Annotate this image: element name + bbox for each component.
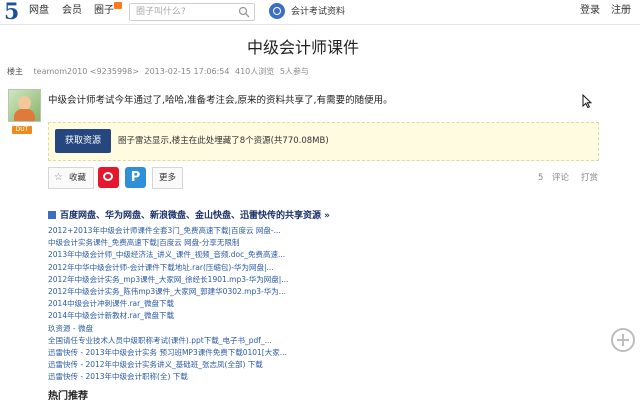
mouse-cursor-icon xyxy=(582,94,592,108)
resource-box: 获取资源 圈子雷达显示,楼主在此处埋藏了8个资源(共770.08MB) xyxy=(48,122,599,161)
resource-info: 圈子雷达显示,楼主在此处埋藏了8个资源(共770.08MB) xyxy=(118,136,329,146)
author-link[interactable]: teamom2010 <9235998> xyxy=(34,67,139,76)
p-share-icon[interactable]: P xyxy=(125,167,146,188)
list-item[interactable]: 2014年中级会计新教材.rar_微盘下载 xyxy=(48,310,288,322)
list-item[interactable]: 玖资源 - 微盘 xyxy=(48,323,288,335)
favorite-label: 收藏 xyxy=(69,173,87,183)
page-title: 中级会计师课件 xyxy=(246,38,359,57)
search-icon[interactable] xyxy=(238,6,250,18)
search-box[interactable]: 圈子叫什么? xyxy=(129,3,255,21)
avatar-body xyxy=(14,109,35,121)
favorite-button[interactable]: ☆ 收藏 xyxy=(48,167,94,189)
get-resource-button[interactable]: 获取资源 xyxy=(55,129,111,153)
avatar[interactable] xyxy=(8,89,41,122)
new-flag-icon xyxy=(114,2,122,9)
avatar-face xyxy=(18,96,31,110)
participant-count: 5人参与 xyxy=(279,67,309,76)
owner-label: 楼主 xyxy=(7,67,23,76)
reward-link[interactable]: 打赏 xyxy=(581,172,598,184)
nav-member[interactable]: 会员 xyxy=(62,5,82,17)
list-item[interactable]: 2012年中级会计实务_陈伟mp3课件_大家网_郭建华0302.mp3-华为..… xyxy=(48,286,288,298)
list-item[interactable]: 迅雷快传 - 2012年中级会计实务讲义_基础班_张志凤(全部) 下载 xyxy=(48,359,288,371)
weibo-share-icon[interactable] xyxy=(98,167,119,188)
list-square-icon xyxy=(48,211,56,219)
list-item[interactable]: 2014中级会计冲刺课件.rar_微盘下载 xyxy=(48,298,288,310)
list-item[interactable]: 2013年中级会计师_中级经济法_讲义_课件_视频_音频.doc_免费高速... xyxy=(48,249,288,261)
circle-name-link[interactable]: 会计考试资料 xyxy=(291,6,345,18)
search-input[interactable]: 圈子叫什么? xyxy=(136,6,186,18)
resource-link-list: 2012+2013年中级会计师课件全套3门_免费高速下载|百度云 网盘-... … xyxy=(48,225,288,384)
site-logo[interactable]: 5 xyxy=(4,1,19,23)
nav-netdisk[interactable]: 网盘 xyxy=(29,5,49,17)
top-bar: 5 网盘 会员 圈子 圈子叫什么? 会计考试资料 登录 注册 xyxy=(0,0,640,25)
comment-count: 5 xyxy=(538,173,544,183)
shared-resources-heading[interactable]: 百度网盘、华为网盘、新浪微盘、金山快盘、迅雷快传的共享资源 » xyxy=(48,210,330,222)
login-link[interactable]: 登录 xyxy=(580,5,600,17)
comment-link[interactable]: 评论 xyxy=(552,172,569,184)
list-item[interactable]: 2012年中级会计实务_mp3课件_大家网_徐经长1901.mp3-华为网盘|.… xyxy=(48,274,288,286)
user-badge: DUT xyxy=(12,126,32,134)
list-item[interactable]: 2012年中华中级会计师-会计课件下载地址.rar(压缩包)-华为网盘|... xyxy=(48,262,288,274)
hot-recommend-title: 热门推荐 xyxy=(48,391,88,402)
post-meta: 楼主 teamom2010 <9235998> 2013-02-15 17:06… xyxy=(7,66,312,78)
post-datetime: 2013-02-15 17:06:54 xyxy=(144,67,230,76)
view-count: 410人浏览 xyxy=(235,67,275,76)
circle-icon[interactable] xyxy=(269,3,285,19)
plus-circle-icon[interactable] xyxy=(611,328,635,352)
list-item[interactable]: 全国请任专业技术人员中级职称考试(课件).ppt下载_电子书_pdf_... xyxy=(48,335,288,347)
more-button[interactable]: 更多 xyxy=(152,167,183,189)
post-content: 中级会计师考试今年通过了,哈哈,准备考注会,原来的资料共享了,有需要的随便用。 xyxy=(48,95,393,106)
shared-resources-heading-text: 百度网盘、华为网盘、新浪微盘、金山快盘、迅雷快传的共享资源 » xyxy=(60,211,330,221)
list-item[interactable]: 迅雷快传 - 2013年中级会计实务 预习班MP3课件免费下载0101[大家..… xyxy=(48,347,288,359)
register-link[interactable]: 注册 xyxy=(611,5,631,17)
star-icon: ☆ xyxy=(54,172,63,183)
nav-circle[interactable]: 圈子 xyxy=(94,5,114,17)
list-item[interactable]: 中级会计实务课件_免费高速下载|百度云 网盘-分享无限制 xyxy=(48,237,288,249)
list-item[interactable]: 2012+2013年中级会计师课件全套3门_免费高速下载|百度云 网盘-... xyxy=(48,225,288,237)
list-item[interactable]: 迅雷快传 - 2013年中级会计职称(全) 下载 xyxy=(48,371,288,383)
